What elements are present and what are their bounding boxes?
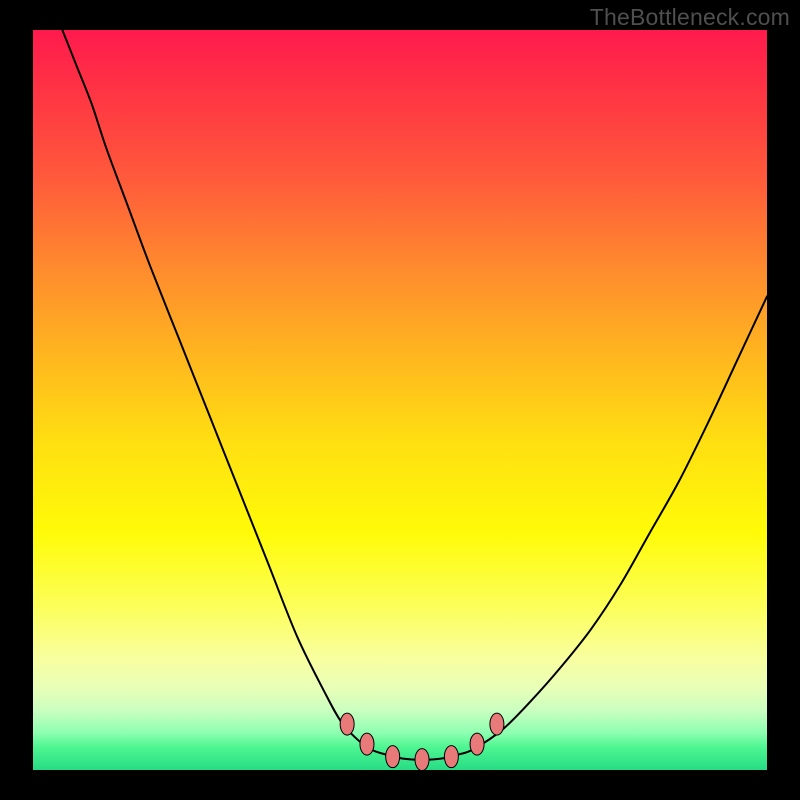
bottleneck-curve <box>62 30 767 760</box>
valley-marker-2 <box>386 746 400 768</box>
valley-marker-6 <box>490 713 504 735</box>
chart-frame: TheBottleneck.com <box>0 0 800 800</box>
valley-marker-0 <box>340 713 354 735</box>
valley-marker-5 <box>470 733 484 755</box>
valley-marker-3 <box>415 749 429 771</box>
chart-svg <box>0 0 800 800</box>
valley-marker-1 <box>360 733 374 755</box>
valley-marker-4 <box>444 746 458 768</box>
